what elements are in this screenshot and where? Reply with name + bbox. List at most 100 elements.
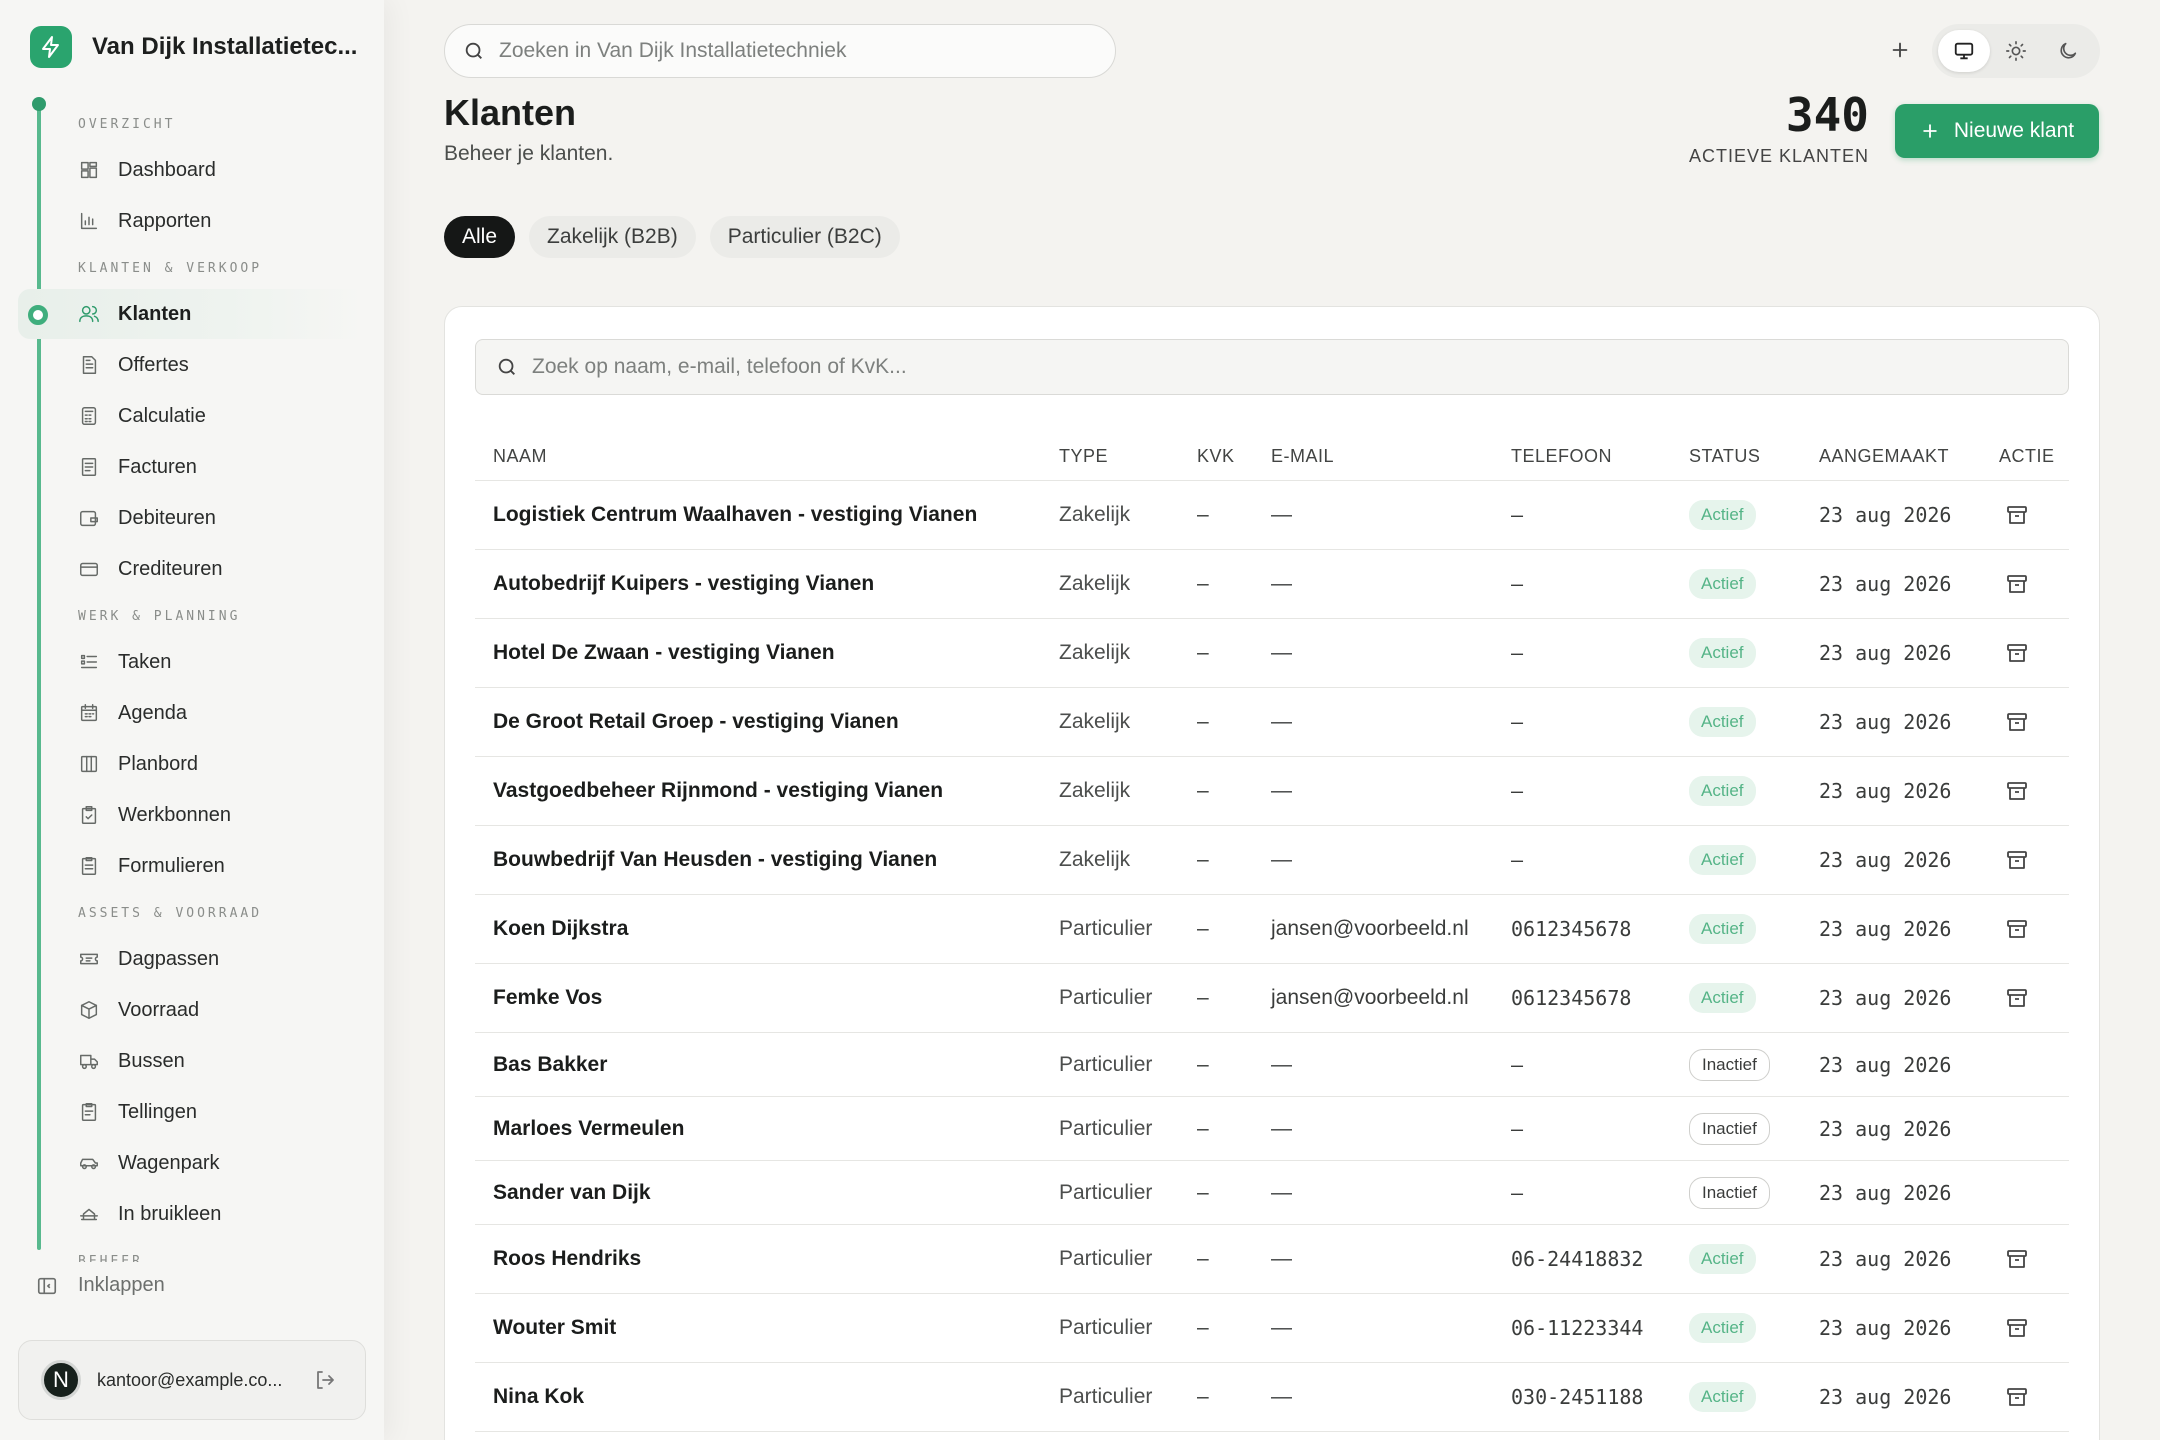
sidebar-item-klanten[interactable]: Klanten [18,289,366,339]
sidebar-item-in-bruikleen[interactable]: In bruikleen [18,1189,366,1239]
sidebar-item-werkbonnen[interactable]: Werkbonnen [18,790,366,840]
table-row[interactable]: Femke Vos Particulier – jansen@voorbeeld.nl… [475,964,2069,1033]
customer-type: Particulier [1059,1247,1153,1270]
table-row[interactable]: Sander van Dijk Particulier – — – Inactief 23 … [475,1161,2069,1225]
brand[interactable]: Van Dijk Installatietec... [30,26,357,68]
col-status-header[interactable]: STATUS [1689,431,1760,481]
theme-system-button[interactable] [1938,30,1990,72]
sidebar-item-label: Tellingen [118,1100,197,1123]
global-search-input[interactable] [499,39,1115,63]
customer-name[interactable]: Bas Bakker [493,1033,607,1096]
customer-name[interactable]: Wouter Smit [493,1294,616,1362]
user-card[interactable]: N kantoor@example.co... [18,1340,366,1420]
calendar-icon [78,702,100,724]
customer-name[interactable]: Koen Dijkstra [493,895,628,963]
table-row[interactable]: Hotel De Zwaan - vestiging Vianen Zakelij… [475,619,2069,688]
status-badge: Actief [1689,983,1756,1013]
col-action-header[interactable]: ACTIE [1999,431,2055,481]
archive-icon[interactable] [2005,1316,2029,1340]
col-type-header[interactable]: TYPE [1059,431,1108,481]
theme-dark-button[interactable] [2042,30,2094,72]
archive-icon[interactable] [2005,986,2029,1010]
sidebar-item-bussen[interactable]: Bussen [18,1036,366,1086]
sidebar-item-voorraad[interactable]: Voorraad [18,985,366,1035]
table-search-input[interactable] [532,355,2068,379]
tab-b2c[interactable]: Particulier (B2C) [709,216,900,258]
sidebar-item-calculatie[interactable]: Calculatie [18,391,366,441]
logout-icon[interactable] [313,1368,337,1392]
customer-name[interactable]: De Groot Retail Groep - vestiging Vianen [493,688,899,756]
sidebar-item-label: Formulieren [118,854,225,877]
sidebar-item-formulieren[interactable]: Formulieren [18,841,366,891]
global-search[interactable] [444,24,1116,78]
customer-type: Particulier [1059,1316,1153,1339]
col-phone-header[interactable]: TELEFOON [1511,431,1612,481]
sidebar-item-debiteuren[interactable]: Debiteuren [18,493,366,543]
archive-icon[interactable] [2005,917,2029,941]
customer-name[interactable]: Femke Vos [493,964,602,1032]
customer-phone: – [1511,848,1524,872]
tab-b2b[interactable]: Zakelijk (B2B) [529,216,696,258]
table-row[interactable]: De Groot Retail Groep - vestiging Vianen… [475,688,2069,757]
col-created-header[interactable]: AANGEMAAKT [1819,431,1949,481]
customer-name[interactable]: Hotel De Zwaan - vestiging Vianen [493,619,835,687]
sidebar-item-tellingen[interactable]: Tellingen [18,1087,366,1137]
sidebar-item-label: Klanten [118,302,192,325]
sidebar-item-dashboard[interactable]: Dashboard [18,145,366,195]
col-kvk-header[interactable]: KVK [1197,431,1235,481]
table-row[interactable]: Wouter Smit Particulier – — 06-11223344 Actie… [475,1294,2069,1363]
archive-icon[interactable] [2005,503,2029,527]
sidebar-item-offertes[interactable]: Offertes [18,340,366,390]
sidebar-item-wagenpark[interactable]: Wagenpark [18,1138,366,1188]
sidebar-item-label: Dagpassen [118,947,220,970]
col-name-header[interactable]: NAAM [493,431,547,481]
customer-name[interactable]: Autobedrijf Kuipers - vestiging Vianen [493,550,874,618]
theme-light-button[interactable] [1990,30,2042,72]
sidebar-item-label: Offertes [118,353,189,376]
sidebar-item-taken[interactable]: Taken [18,637,366,687]
sidebar-item-label: Taken [118,650,172,673]
customer-name[interactable]: Vastgoedbeheer Rijnmond - vestiging Vian… [493,757,943,825]
table-row[interactable]: Marloes Vermeulen Particulier – — – Inactief 2… [475,1097,2069,1161]
sidebar-item-agenda[interactable]: Agenda [18,688,366,738]
table-row[interactable]: Roos Hendriks Particulier – — 06-24418832 Act… [475,1225,2069,1294]
archive-icon[interactable] [2005,779,2029,803]
customer-name[interactable]: Marloes Vermeulen [493,1097,684,1160]
table-row[interactable]: Autobedrijf Kuipers - vestiging Vianen Za… [475,550,2069,619]
sidebar-item-rapporten[interactable]: Rapporten [18,196,366,246]
table-search[interactable] [475,339,2069,395]
customer-phone: 0612345678 [1511,917,1632,941]
customer-name[interactable]: Bouwbedrijf Van Heusden - vestiging Vian… [493,826,937,894]
tab-all[interactable]: Alle [444,216,516,258]
new-customer-button[interactable]: Nieuwe klant [1895,104,2099,158]
archive-icon[interactable] [2005,641,2029,665]
sidebar-item-label: Rapporten [118,209,212,232]
sidebar-item-facturen[interactable]: Facturen [18,442,366,492]
customer-name[interactable]: Nina Kok [493,1363,584,1431]
active-customers-count: 340 [1785,88,1869,142]
archive-icon[interactable] [2005,1385,2029,1409]
filter-tabs: Alle Zakelijk (B2B) Particulier (B2C) [444,216,900,258]
archive-icon[interactable] [2005,1247,2029,1271]
table-row[interactable]: Bas Bakker Particulier – — – Inactief 23 aug 2… [475,1033,2069,1097]
col-email-header[interactable]: E-MAIL [1271,431,1334,481]
page-subtitle: Beheer je klanten. [444,142,614,165]
table-row[interactable]: Nina Kok Particulier – — 030-2451188 Actief 23… [475,1363,2069,1432]
avatar[interactable]: N [41,1360,81,1400]
collapse-sidebar-button[interactable]: Inklappen [36,1274,165,1297]
table-row[interactable]: Logistiek Centrum Waalhaven - vestiging … [475,481,2069,550]
customer-email: — [1271,1052,1292,1076]
table-row[interactable]: Koen Dijkstra Particulier – jansen@voorbeel… [475,895,2069,964]
archive-icon[interactable] [2005,848,2029,872]
quick-add-button[interactable] [1880,30,1920,70]
customer-name[interactable]: Logistiek Centrum Waalhaven - vestiging … [493,481,977,549]
table-row[interactable]: Bouwbedrijf Van Heusden - vestiging Vian… [475,826,2069,895]
archive-icon[interactable] [2005,572,2029,596]
table-row[interactable]: Vastgoedbeheer Rijnmond - vestiging Vian… [475,757,2069,826]
sidebar-item-planbord[interactable]: Planbord [18,739,366,789]
customer-name[interactable]: Roos Hendriks [493,1225,641,1293]
sidebar-item-dagpassen[interactable]: Dagpassen [18,934,366,984]
sidebar-item-crediteuren[interactable]: Crediteuren [18,544,366,594]
archive-icon[interactable] [2005,710,2029,734]
customer-name[interactable]: Sander van Dijk [493,1161,651,1224]
